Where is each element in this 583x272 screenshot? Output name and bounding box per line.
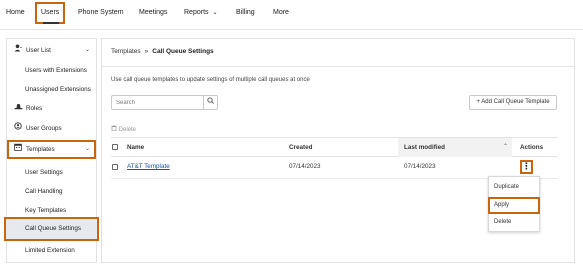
search-box — [111, 95, 218, 110]
nav-more[interactable]: More — [273, 4, 289, 22]
sort-ascending-icon[interactable]: ⌃ — [503, 138, 508, 157]
search-button[interactable] — [203, 96, 217, 109]
column-header-last-modified[interactable]: Last modified — [404, 138, 445, 157]
group-icon — [13, 119, 23, 138]
sidebar-item-call-queue-settings[interactable]: Call Queue Settings — [4, 217, 99, 241]
nav-active-indicator — [43, 22, 59, 24]
sidebar-item-users-with-extensions[interactable]: Users with Extensions — [7, 61, 96, 80]
top-navigation: Home Users Phone System Meetings Reports… — [0, 0, 583, 30]
menu-item-delete[interactable]: Delete — [489, 215, 539, 230]
nav-billing[interactable]: Billing — [236, 4, 255, 22]
sidebar-item-label: Unassigned Extensions — [25, 86, 91, 93]
sidebar-item-templates[interactable]: Templates ⌄ — [7, 140, 96, 159]
trash-icon — [111, 125, 119, 133]
search-icon — [207, 97, 214, 106]
template-name-link[interactable]: AT&T Template — [127, 157, 170, 177]
page-description: Use call queue templates to update setti… — [111, 77, 310, 83]
column-header-actions: Actions — [520, 144, 544, 151]
sidebar-item-user-list[interactable]: User List ⌄ — [7, 41, 96, 60]
last-modified-date: 07/14/2023 — [404, 163, 436, 170]
delete-button[interactable]: Delete — [111, 125, 136, 133]
breadcrumb-separator: » — [144, 48, 149, 55]
sidebar-item-call-handling[interactable]: Call Handling — [7, 182, 96, 201]
divider — [102, 66, 574, 67]
sidebar-item-label: User Settings — [25, 169, 63, 176]
breadcrumb-parent[interactable]: Templates — [111, 48, 141, 55]
sidebar-item-label: Call Handling — [25, 188, 63, 195]
nav-phone-system[interactable]: Phone System — [78, 4, 124, 22]
delete-label: Delete — [118, 127, 137, 133]
hat-icon — [13, 99, 23, 118]
sidebar-item-limited-extension[interactable]: Limited Extension — [7, 241, 96, 260]
created-date: 07/14/2023 — [289, 163, 321, 170]
sidebar-item-label: Users with Extensions — [25, 67, 87, 74]
sidebar-item-label: Roles — [26, 105, 43, 112]
add-call-queue-template-button[interactable]: + Add Call Queue Template — [469, 95, 557, 110]
sidebar-item-label: Call Queue Settings — [25, 225, 82, 232]
chevron-down-icon: ⌄ — [84, 146, 90, 152]
sidebar-item-label: Templates — [26, 146, 55, 153]
chevron-down-icon: ⌄ — [212, 10, 218, 16]
row-checkbox[interactable] — [112, 164, 118, 170]
actions-dropdown-menu: Duplicate Apply Delete — [488, 176, 540, 232]
nav-reports-label: Reports — [184, 9, 209, 16]
nav-reports[interactable]: Reports ⌄ — [184, 4, 218, 22]
nav-home[interactable]: Home — [6, 4, 25, 22]
calendar-icon — [13, 140, 23, 159]
select-all-checkbox[interactable] — [112, 144, 118, 150]
menu-item-apply[interactable]: Apply — [488, 197, 540, 214]
sidebar-item-roles[interactable]: Roles — [7, 99, 96, 118]
nav-users[interactable]: Users — [34, 2, 66, 24]
sidebar: User List ⌄ Users with Extensions Unassi… — [4, 38, 99, 263]
nav-meetings[interactable]: Meetings — [139, 4, 167, 22]
sidebar-item-user-settings[interactable]: User Settings — [7, 163, 96, 182]
breadcrumb: Templates» Call Queue Settings — [111, 48, 214, 55]
sidebar-item-unassigned-extensions[interactable]: Unassigned Extensions — [7, 80, 96, 99]
main-panel: Templates» Call Queue Settings Use call q… — [101, 38, 575, 263]
search-input[interactable] — [116, 98, 196, 108]
sidebar-item-user-groups[interactable]: User Groups — [7, 119, 96, 138]
nav-users-label: Users — [41, 9, 60, 16]
chevron-down-icon: ⌄ — [84, 47, 90, 53]
column-header-created[interactable]: Created — [289, 138, 312, 157]
menu-item-duplicate[interactable]: Duplicate — [489, 180, 539, 195]
page-title: Call Queue Settings — [152, 48, 214, 55]
kebab-menu-icon: ⋮ — [522, 161, 531, 171]
row-actions-button[interactable]: ⋮ — [520, 160, 533, 174]
table-header: Name Created Last modified ⌃ Actions — [111, 137, 558, 157]
sidebar-item-label: User Groups — [26, 125, 62, 132]
column-header-name[interactable]: Name — [127, 138, 144, 157]
sidebar-item-label: User List — [26, 47, 51, 54]
sidebar-item-label: Limited Extension — [25, 247, 75, 254]
user-icon — [13, 41, 23, 60]
